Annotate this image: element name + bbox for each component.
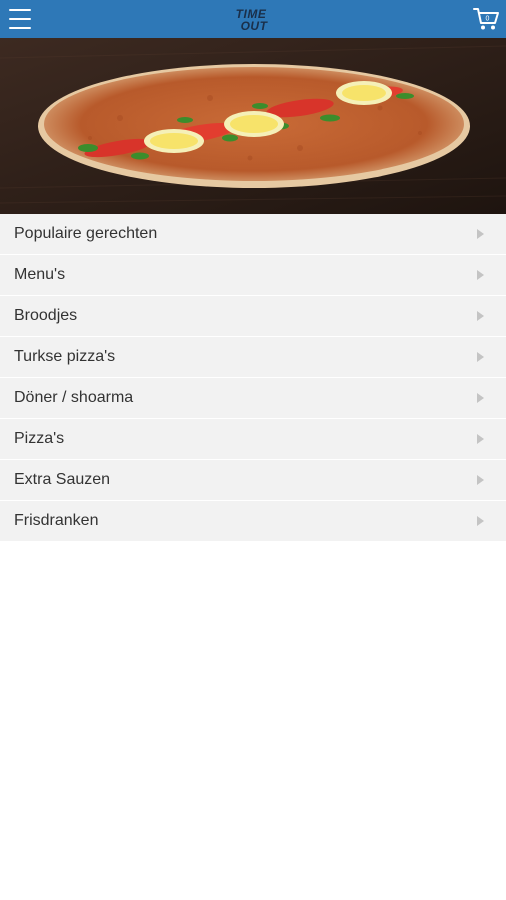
shopping-cart-icon[interactable]: 0 bbox=[472, 6, 500, 32]
hamburger-menu-icon[interactable] bbox=[9, 9, 31, 29]
hero-food-image bbox=[0, 38, 506, 214]
category-label: Menu's bbox=[14, 266, 66, 283]
logo-line-1: TIME bbox=[235, 6, 267, 21]
chevron-right-icon bbox=[477, 434, 484, 444]
app-logo: TIME OUT bbox=[235, 6, 268, 33]
category-item[interactable]: Broodjes bbox=[0, 296, 506, 337]
category-item[interactable]: Frisdranken bbox=[0, 501, 506, 542]
category-item[interactable]: Extra Sauzen bbox=[0, 460, 506, 501]
chevron-right-icon bbox=[477, 311, 484, 321]
category-label: Broodjes bbox=[14, 307, 78, 324]
category-label: Turkse pizza's bbox=[14, 348, 116, 365]
chevron-right-icon bbox=[477, 393, 484, 403]
chevron-right-icon bbox=[477, 229, 484, 239]
category-label: Populaire gerechten bbox=[14, 225, 158, 242]
category-label: Döner / shoarma bbox=[14, 389, 134, 406]
chevron-right-icon bbox=[477, 270, 484, 280]
category-item[interactable]: Pizza's bbox=[0, 419, 506, 460]
category-item[interactable]: Populaire gerechten bbox=[0, 214, 506, 255]
category-list: Populaire gerechten Menu's Broodjes Turk… bbox=[0, 214, 506, 542]
category-label: Frisdranken bbox=[14, 512, 99, 529]
category-item[interactable]: Menu's bbox=[0, 255, 506, 296]
chevron-right-icon bbox=[477, 475, 484, 485]
chevron-right-icon bbox=[477, 516, 484, 526]
category-label: Extra Sauzen bbox=[14, 471, 111, 488]
svg-text:0: 0 bbox=[486, 16, 490, 23]
category-label: Pizza's bbox=[14, 430, 65, 447]
category-item[interactable]: Turkse pizza's bbox=[0, 337, 506, 378]
app-screen: TIME OUT 0 Populaire gerechten Menu's Br… bbox=[0, 0, 506, 900]
category-item[interactable]: Döner / shoarma bbox=[0, 378, 506, 419]
top-app-bar: TIME OUT 0 bbox=[0, 0, 506, 38]
logo-line-2: OUT bbox=[240, 18, 268, 33]
chevron-right-icon bbox=[477, 352, 484, 362]
